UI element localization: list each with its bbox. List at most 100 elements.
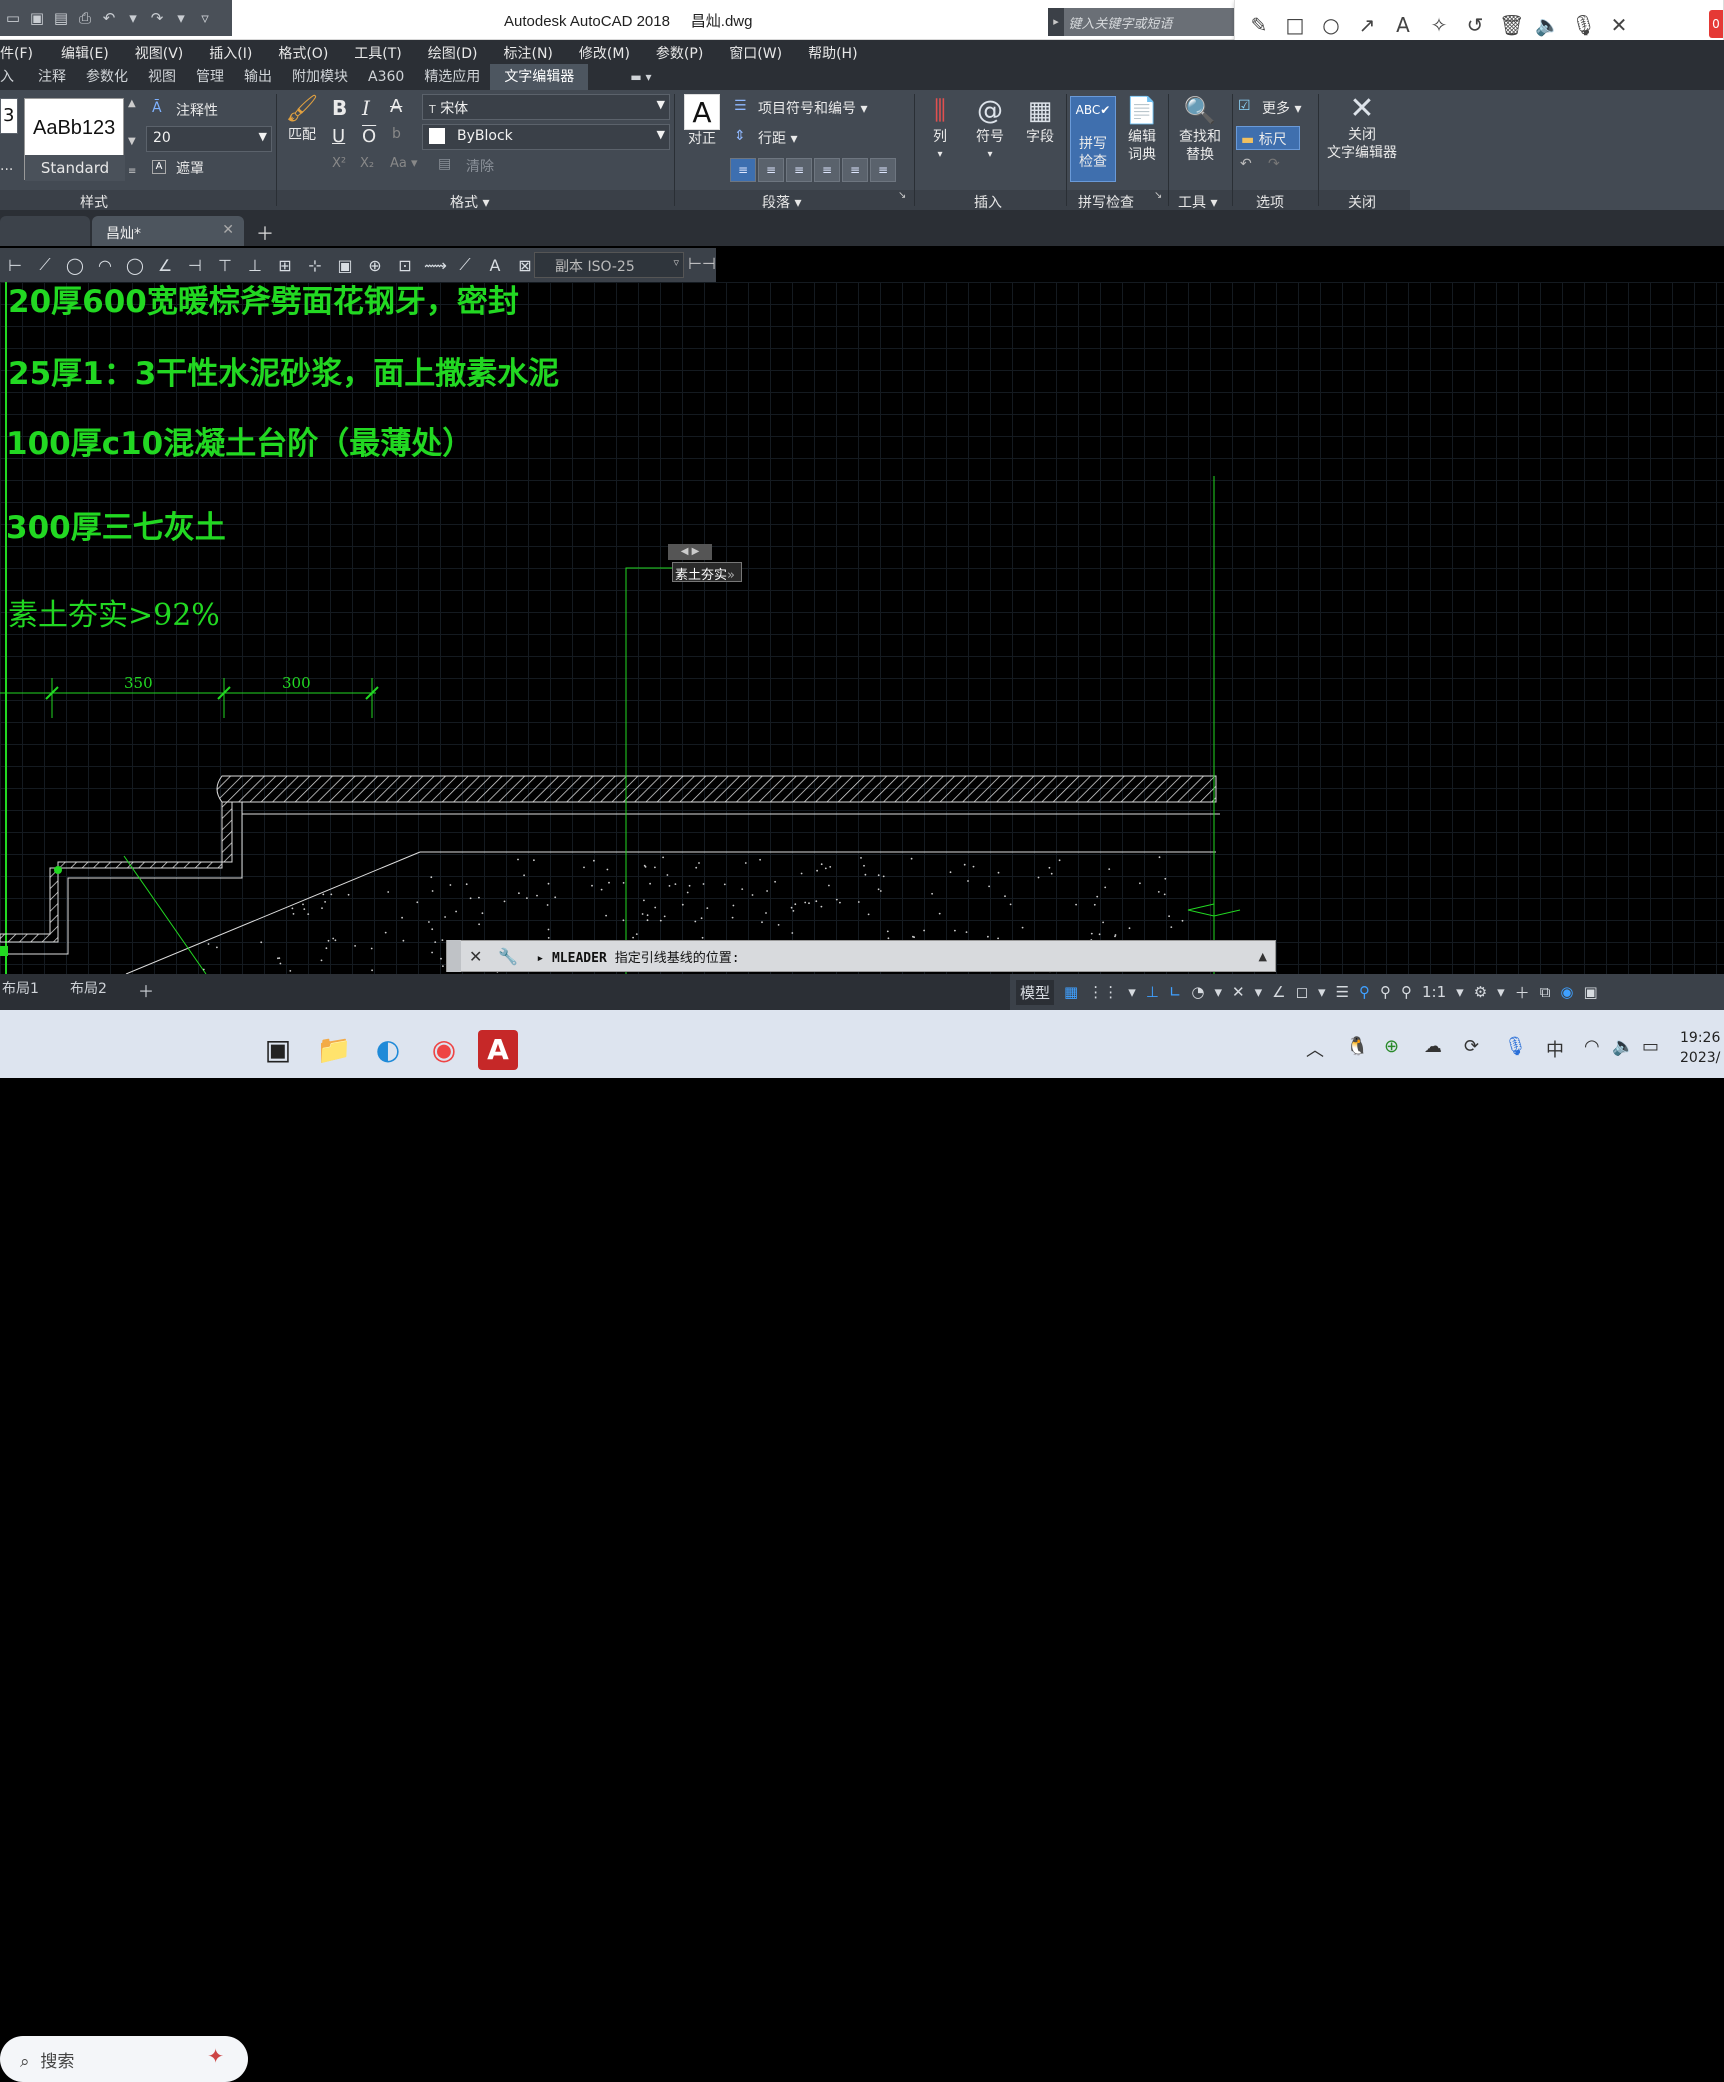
command-line-grip[interactable]	[447, 940, 461, 972]
close-tab-icon[interactable]: ✕	[222, 222, 234, 238]
radius-icon[interactable]: ◯	[124, 256, 146, 275]
print-icon[interactable]: ⎙	[76, 9, 94, 27]
undo-icon[interactable]: ↶	[100, 9, 118, 27]
overline-icon[interactable]: O	[362, 126, 376, 147]
font-select[interactable]: T 宋体 ▼	[422, 94, 670, 120]
menu-edit[interactable]: 编辑(E)	[61, 40, 135, 64]
tab-a360[interactable]: A360	[368, 64, 424, 90]
columns-button[interactable]: ⫼ 列 ▾	[920, 94, 960, 164]
aligned-dim-icon[interactable]: ⟋	[34, 255, 56, 275]
customize-qat-icon[interactable]: ▿	[196, 9, 214, 27]
text-width-grip[interactable]: ◀ ▶	[668, 544, 712, 560]
linewidth-icon[interactable]: ☰	[1336, 983, 1349, 1001]
menu-window[interactable]: 窗口(W)	[729, 40, 808, 64]
redo-icon[interactable]: ↷	[148, 9, 166, 27]
menu-file[interactable]: 件(F)	[0, 40, 61, 64]
dim-update-icon[interactable]: ⊠	[514, 256, 536, 275]
edit-dictionary-button[interactable]: 📄 编辑 词典	[1120, 94, 1164, 164]
menu-format[interactable]: 格式(O)	[278, 40, 354, 64]
layout-tab-2[interactable]: 布局2	[70, 974, 107, 1002]
undo-dropdown-icon[interactable]: ▾	[124, 9, 142, 27]
inspect-icon[interactable]: ⊡	[394, 256, 416, 275]
text-line-4[interactable]: 300厚三七灰土	[6, 502, 226, 547]
microphone-icon[interactable]: 🎙	[1571, 13, 1596, 37]
document-tab[interactable]: 昌灿* ✕	[92, 216, 244, 246]
gallery-up-icon[interactable]: ▲	[128, 98, 136, 109]
find-replace-button[interactable]: 🔍 查找和 替换	[1174, 94, 1226, 164]
gear-icon[interactable]: ⚙	[1474, 983, 1487, 1001]
wifi-icon[interactable]: ◠	[1584, 1036, 1600, 1057]
autocad-icon[interactable]: A	[478, 1030, 518, 1070]
arc-length-icon[interactable]: ◯	[64, 256, 86, 275]
model-space-button[interactable]: 模型	[1016, 979, 1055, 1005]
superscript-icon[interactable]: X²	[332, 156, 346, 171]
task-view-icon[interactable]: ▣	[258, 1030, 298, 1070]
paragraph-launcher-icon[interactable]: ↘	[898, 190, 906, 201]
style-preview-partial[interactable]: 3	[0, 98, 18, 134]
align-right-icon[interactable]: ≡	[786, 158, 812, 182]
color-select[interactable]: ByBlock ▼	[422, 124, 670, 150]
tab-annotate[interactable]: 注释	[38, 64, 86, 90]
angular-icon[interactable]: ∠	[154, 256, 176, 275]
grip-square[interactable]	[0, 946, 8, 956]
open-icon[interactable]: ▭	[4, 9, 22, 27]
tab-manage[interactable]: 管理	[196, 64, 244, 90]
stack-icon[interactable]: b	[392, 126, 401, 142]
text-line-1[interactable]: 20厚600宽暖棕斧劈面花钢牙，密封	[8, 282, 519, 321]
menu-modify[interactable]: 修改(M)	[579, 40, 656, 64]
scale-select[interactable]: 1:1	[1422, 983, 1446, 1001]
subscript-icon[interactable]: X₂	[360, 156, 374, 171]
menu-help[interactable]: 帮助(H)	[808, 40, 871, 64]
linear-dim-icon[interactable]: ⊢	[4, 256, 26, 275]
search-input[interactable]: 键入关键字或短语	[1048, 8, 1234, 36]
bold-icon[interactable]: B	[332, 96, 347, 120]
ribbon-toggle-icon[interactable]: ▬ ▾	[600, 64, 663, 90]
microphone-icon[interactable]: 🎙	[1504, 1036, 1527, 1057]
cloud-icon[interactable]: ☁	[1424, 1036, 1442, 1057]
search-expand-icon[interactable]: ▸	[1048, 8, 1064, 36]
auto-scale-icon[interactable]: ⚲	[1401, 983, 1412, 1001]
lineweight-icon[interactable]: ∠	[1272, 983, 1285, 1001]
menu-insert[interactable]: 插入(I)	[209, 40, 278, 64]
annotation-scale-icon[interactable]: ⚲	[1380, 983, 1391, 1001]
ordinate-icon[interactable]: ◠	[94, 256, 116, 275]
add-layout-icon[interactable]: ＋	[138, 974, 154, 1006]
quick-dim-icon[interactable]: ⊣	[184, 256, 206, 275]
match-button[interactable]: 🖌 匹配	[282, 92, 322, 144]
break-icon[interactable]: ⊹	[304, 256, 326, 275]
center-mark-icon[interactable]: ⊕	[364, 256, 386, 275]
drawing-canvas[interactable]: 20厚600宽暖棕斧劈面花钢牙，密封 25厚1：3干性水泥砂浆，面上撒素水泥 1…	[0, 282, 1724, 974]
redo-icon[interactable]: ↷	[1268, 156, 1280, 172]
close-icon[interactable]: ✕	[1607, 13, 1631, 37]
align-center-icon[interactable]: ≡	[758, 158, 784, 182]
change-case-icon[interactable]: Aa ▾	[390, 156, 418, 171]
ruler-toggle[interactable]: ▬ 标尺	[1236, 126, 1300, 150]
polar-icon[interactable]: ◔	[1191, 983, 1204, 1001]
bullets-button[interactable]: 项目符号和编号 ▾	[758, 98, 867, 118]
object-snap-icon[interactable]: ◻	[1296, 983, 1308, 1001]
text-height-select[interactable]: 20 ▼	[146, 126, 272, 152]
show-hidden-icon[interactable]: ︿	[1306, 1036, 1324, 1062]
isodraft-icon[interactable]: ✕	[1232, 983, 1245, 1001]
text-line-2[interactable]: 25厚1：3干性水泥砂浆，面上撒素水泥	[8, 348, 559, 393]
spell-launcher-icon[interactable]: ↘	[1154, 190, 1162, 201]
tab-parametric[interactable]: 参数化	[86, 64, 148, 90]
trash-icon[interactable]: 🗑	[1499, 13, 1524, 37]
more-button[interactable]: 更多 ▾	[1262, 98, 1301, 118]
align-left-icon[interactable]: ≡	[730, 158, 756, 182]
battery-icon[interactable]: ▭	[1642, 1036, 1659, 1057]
distribute-icon[interactable]: ≡	[842, 158, 868, 182]
menu-tools[interactable]: 工具(T)	[354, 40, 427, 64]
tray-app-icon[interactable]: ⊕	[1384, 1036, 1399, 1057]
menu-dimension[interactable]: 标注(N)	[504, 40, 579, 64]
sync-icon[interactable]: ⟳	[1464, 1036, 1479, 1057]
pen-icon[interactable]: ✎	[1247, 13, 1271, 37]
tab-insert[interactable]: 入	[0, 64, 38, 90]
scale-dropdown-icon[interactable]: ▾	[1456, 983, 1464, 1001]
dim-text-edit-icon[interactable]: A	[484, 256, 506, 275]
command-line[interactable]: ✕ 🔧 ▸ MLEADER 指定引线基线的位置: ▲	[446, 940, 1276, 972]
annotative-toggle[interactable]: 注释性	[176, 100, 218, 120]
speaker-icon[interactable]: 🔈	[1535, 13, 1560, 37]
infer-constraints-icon[interactable]: ⊥	[1146, 983, 1159, 1001]
spell-check-button[interactable]: ABC✔ 拼写 检查	[1070, 96, 1116, 182]
